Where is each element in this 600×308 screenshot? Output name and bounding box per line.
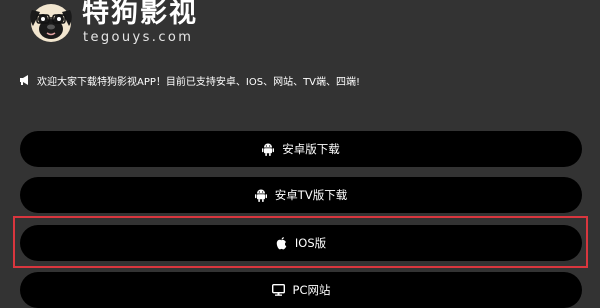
button-label: 安卓版下载	[282, 142, 340, 156]
android-icon	[262, 143, 275, 156]
brand-title: 特狗影视	[82, 0, 198, 29]
pc-website-button[interactable]: PC网站	[20, 272, 582, 308]
ios-download-button[interactable]: IOS版	[20, 225, 582, 261]
pug-logo-icon[interactable]	[26, 0, 76, 44]
button-label: 安卓TV版下载	[274, 188, 348, 202]
brand-domain: tegouys.com	[83, 30, 194, 45]
site-header: 特狗影视 tegouys.com	[16, 0, 316, 62]
apple-icon	[276, 236, 287, 250]
monitor-icon	[271, 284, 285, 296]
button-label: PC网站	[292, 283, 331, 297]
button-label: IOS版	[294, 236, 327, 250]
notice-bar: 欢迎大家下载特狗影视APP！目前已支持安卓、IOS、网站、TV端、四端!	[20, 72, 360, 88]
megaphone-icon	[20, 75, 31, 85]
android-icon	[254, 189, 267, 202]
notice-text: 欢迎大家下载特狗影视APP！目前已支持安卓、IOS、网站、TV端、四端!	[37, 76, 361, 88]
android-download-button[interactable]: 安卓版下载	[20, 131, 582, 167]
android-tv-download-button[interactable]: 安卓TV版下载	[20, 177, 582, 213]
